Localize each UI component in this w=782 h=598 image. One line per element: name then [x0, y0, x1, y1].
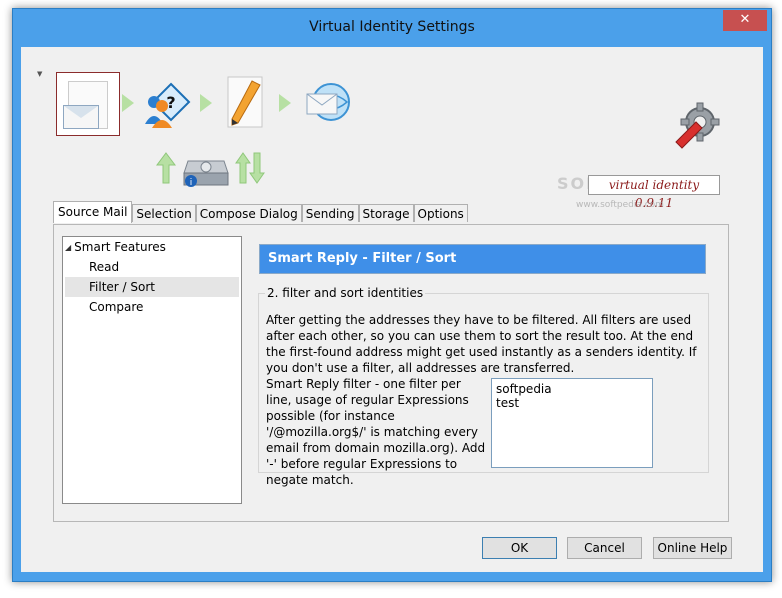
tree-item-read[interactable]: Read: [89, 257, 239, 277]
filter-description: After getting the addresses they have to…: [266, 313, 697, 375]
feature-tree[interactable]: ◢ Smart Features Read Filter / Sort Compa…: [62, 236, 242, 504]
settings-gear-icon[interactable]: [672, 102, 720, 150]
filter-line: test: [496, 396, 520, 410]
settings-tabs: Source Mail Selection Compose Dialog Sen…: [53, 201, 468, 224]
window-title: Virtual Identity Settings: [309, 19, 475, 35]
svg-text:?: ?: [166, 93, 175, 112]
settings-window: Virtual Identity Settings ✕ ▼ ? i virtua…: [12, 8, 772, 582]
filter-line: softpedia: [496, 382, 552, 396]
globe-mail-icon[interactable]: [301, 80, 353, 126]
toolbar-menu-arrow-icon[interactable]: ▼: [37, 70, 42, 78]
flow-arrow-icon: [122, 94, 134, 112]
svg-text:i: i: [190, 178, 193, 188]
tab-selection[interactable]: Selection: [132, 204, 196, 222]
tree-item-label: Read: [89, 260, 120, 274]
tree-expand-icon[interactable]: ◢: [65, 243, 71, 252]
tab-storage[interactable]: Storage: [358, 204, 414, 222]
up-arrow-icon: [156, 151, 176, 185]
tree-item-compare[interactable]: Compare: [89, 297, 239, 317]
flow-arrow-icon: [200, 94, 212, 112]
tree-item-label: Filter / Sort: [89, 280, 155, 294]
smart-reply-filter-textarea[interactable]: softpedia test: [491, 378, 653, 468]
hard-drive-icon[interactable]: i: [182, 151, 230, 189]
title-bar[interactable]: Virtual Identity Settings ✕: [13, 9, 771, 47]
tab-sending[interactable]: Sending: [301, 204, 359, 222]
filter-sort-group: 2. filter and sort identities After gett…: [258, 286, 709, 487]
tree-item-label: Smart Features: [74, 240, 166, 254]
flow-arrow-icon: [279, 94, 291, 112]
source-mail-panel: ◢ Smart Features Read Filter / Sort Compa…: [53, 224, 729, 522]
tree-item-label: Compare: [89, 300, 144, 314]
ok-button[interactable]: OK: [482, 537, 557, 559]
section-header: Smart Reply - Filter / Sort: [259, 244, 706, 274]
user-question-icon[interactable]: ?: [143, 80, 193, 128]
mail-document-icon[interactable]: [56, 72, 120, 136]
filter-field-label: Smart Reply filter - one filter per line…: [266, 377, 486, 487]
tab-source-mail[interactable]: Source Mail: [53, 201, 133, 223]
tree-item-filter-sort[interactable]: Filter / Sort: [65, 277, 239, 297]
version-label: virtual identity 0.9.11: [588, 175, 720, 210]
tree-item-smart-features[interactable]: ◢ Smart Features: [65, 237, 239, 257]
tab-compose-dialog[interactable]: Compose Dialog: [195, 204, 302, 222]
pencil-document-icon[interactable]: [222, 75, 270, 131]
group-title: 2. filter and sort identities: [265, 286, 426, 300]
tab-options[interactable]: Options: [413, 204, 468, 222]
cancel-button[interactable]: Cancel: [567, 537, 642, 559]
dialog-client: ▼ ? i virtual identity 0.9.11 www.softpe…: [21, 47, 763, 572]
sync-arrows-icon: [235, 151, 265, 185]
close-button[interactable]: ✕: [723, 10, 767, 31]
online-help-button[interactable]: Online Help: [653, 537, 732, 559]
softpedia-url-watermark: www.softpedia.com: [576, 200, 664, 210]
